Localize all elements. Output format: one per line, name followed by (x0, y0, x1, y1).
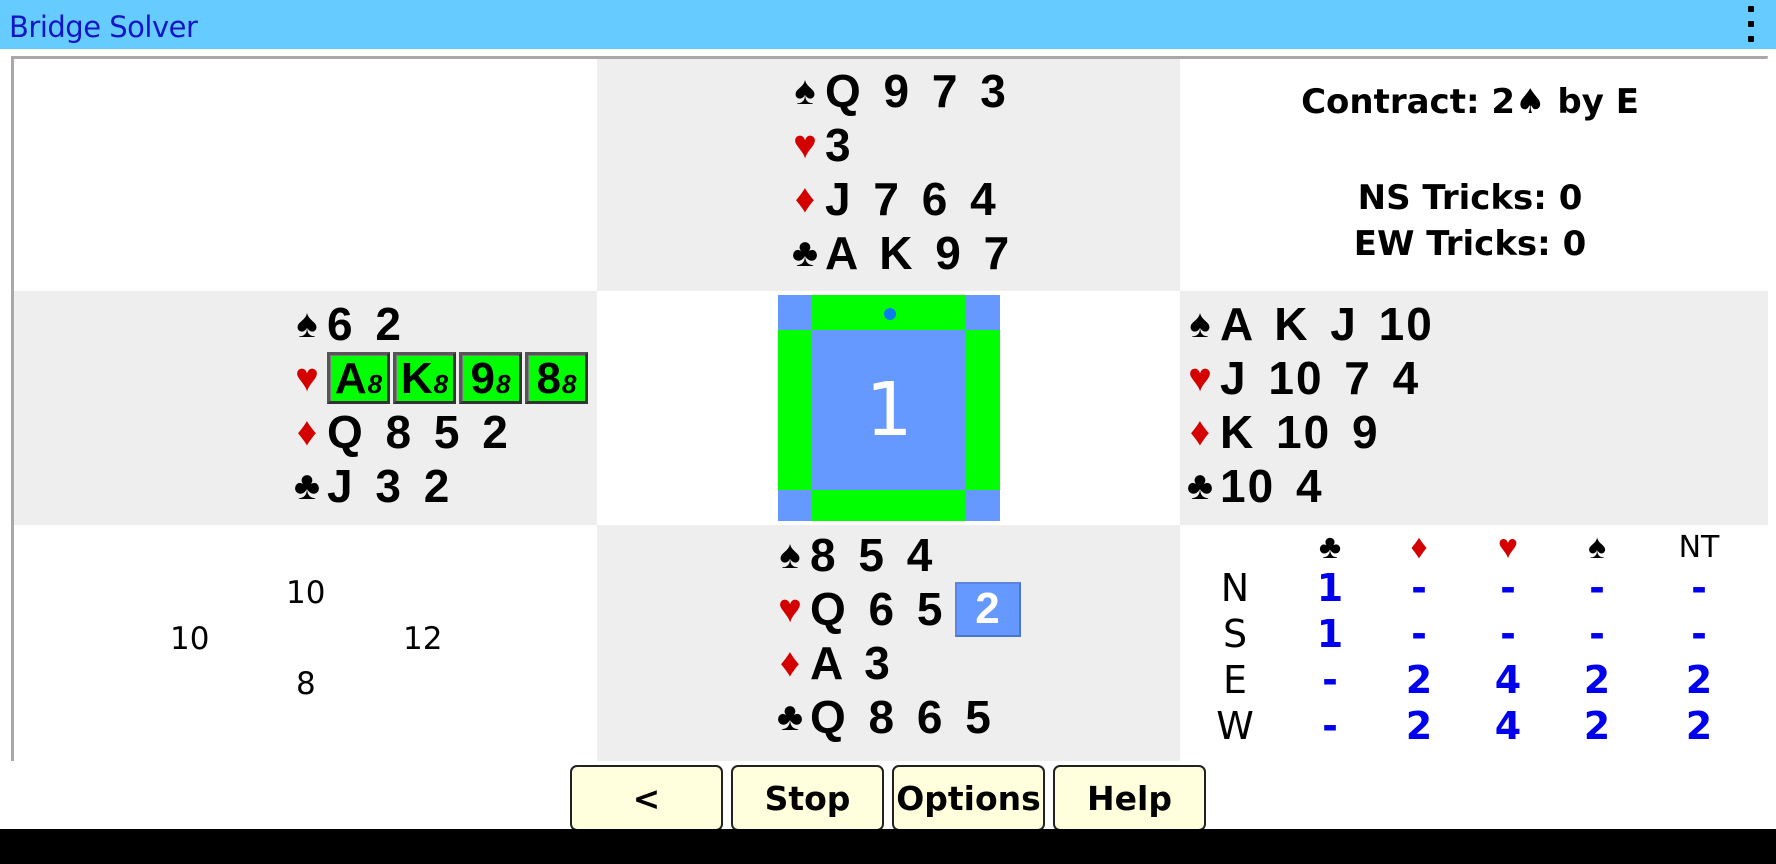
back-button[interactable]: < (570, 765, 723, 831)
title-bar: Bridge Solver (0, 0, 1776, 49)
diamond-icon: ♦ (1189, 410, 1211, 454)
card-heart-nine[interactable]: 98 (459, 352, 522, 404)
col-header-diamonds: ♦ (1410, 528, 1428, 566)
diamond-icon: ♦ (794, 177, 816, 221)
west-spades[interactable]: ♠ 6 2 (287, 297, 588, 351)
leader-dot-icon (884, 308, 896, 320)
north-hand: ♠ Q 9 7 3 ♥ 3 ♦ J 7 6 4 ♣ A K 9 7 (785, 64, 1011, 280)
options-button[interactable]: Options (892, 765, 1045, 831)
heart-icon: ♥ (1188, 356, 1212, 400)
contract-label: Contract: 2♠ by E (1301, 82, 1639, 122)
row-label-s: S (1222, 612, 1248, 656)
south-hand: ♠ 8 5 4 ♥ Q 6 52 ♦ A 3 ♣ Q 8 6 5 (770, 528, 1021, 744)
ddt-cell[interactable]: - (1300, 704, 1360, 748)
hcp-area (14, 525, 597, 761)
ddt-cell[interactable]: - (1389, 566, 1449, 610)
diamond-icon: ♦ (779, 641, 801, 685)
south-clubs[interactable]: ♣ Q 8 6 5 (770, 690, 1021, 744)
row-label-e: E (1222, 658, 1247, 702)
west-diamonds[interactable]: ♦ Q 8 5 2 (287, 405, 588, 459)
spade-icon: ♠ (794, 69, 816, 113)
ns-tricks: NS Tricks: 0 (1357, 178, 1583, 218)
south-spades[interactable]: ♠ 8 5 4 (770, 528, 1021, 582)
card-heart-king[interactable]: K8 (393, 352, 456, 404)
north-diamonds[interactable]: ♦ J 7 6 4 (785, 172, 1011, 226)
east-diamonds[interactable]: ♦ K 10 9 (1180, 405, 1434, 459)
east-clubs[interactable]: ♣ 10 4 (1180, 459, 1434, 513)
trick-number: 1 (812, 330, 966, 490)
ddt-cell[interactable]: 2 (1669, 658, 1729, 702)
ew-tricks: EW Tricks: 0 (1353, 224, 1587, 264)
spade-icon: ♠ (1189, 302, 1211, 346)
card-heart-eight[interactable]: 88 (525, 352, 588, 404)
heart-icon: ♥ (778, 587, 802, 631)
north-spades[interactable]: ♠ Q 9 7 3 (785, 64, 1011, 118)
club-icon: ♣ (1186, 464, 1214, 508)
west-clubs[interactable]: ♣ J 3 2 (287, 459, 588, 513)
button-bar: < Stop Options Help (570, 765, 1206, 831)
hcp-north: 10 (286, 575, 326, 611)
card-heart-ace[interactable]: A8 (327, 352, 390, 404)
west-hearts: ♥ A8 K8 98 88 (287, 351, 588, 405)
ddt-cell[interactable]: 2 (1389, 704, 1449, 748)
north-clubs[interactable]: ♣ A K 9 7 (785, 226, 1011, 280)
ddt-cell[interactable]: - (1300, 658, 1360, 702)
hcp-west: 10 (170, 621, 210, 657)
played-card-badge: 2 (954, 581, 1021, 637)
spade-icon: ♠ (1515, 82, 1546, 122)
trick-slot-south (812, 490, 966, 521)
south-diamonds[interactable]: ♦ A 3 (770, 636, 1021, 690)
east-hearts[interactable]: ♥ J 10 7 4 (1180, 351, 1434, 405)
club-icon: ♣ (776, 695, 804, 739)
ddt-cell[interactable]: - (1389, 612, 1449, 656)
ddt-cell[interactable]: 4 (1478, 704, 1538, 748)
col-header-nt: NT (1678, 530, 1720, 565)
trick-slot-east (966, 330, 1000, 490)
ddt-cell[interactable]: 2 (1669, 704, 1729, 748)
club-icon: ♣ (791, 231, 819, 275)
row-label-w: W (1216, 704, 1254, 748)
south-hearts[interactable]: ♥ Q 6 52 (770, 581, 1021, 637)
ddt-cell[interactable]: - (1567, 612, 1627, 656)
heart-icon: ♥ (793, 123, 817, 167)
ddt-cell[interactable]: 4 (1478, 658, 1538, 702)
club-icon: ♣ (293, 464, 321, 508)
row-label-n: N (1220, 566, 1250, 610)
ddt-cell[interactable]: - (1567, 566, 1627, 610)
col-header-clubs: ♣ (1318, 528, 1342, 566)
west-hearts-cards: A8 K8 98 88 (327, 352, 588, 404)
ddt-cell[interactable]: - (1669, 566, 1729, 610)
ddt-cell[interactable]: - (1669, 612, 1729, 656)
trick-slot-west (778, 330, 812, 490)
ddt-cell[interactable]: 1 (1300, 612, 1360, 656)
spade-icon: ♠ (296, 302, 318, 346)
east-hand: ♠ A K J 10 ♥ J 10 7 4 ♦ K 10 9 ♣ 10 4 (1180, 297, 1434, 513)
ddt-cell[interactable]: 2 (1389, 658, 1449, 702)
ddt-cell[interactable]: 2 (1567, 658, 1627, 702)
double-dummy-table: ♣ ♦ ♥ ♠ NT N 1 - - - - S 1 - - - - E - 2… (1188, 526, 1758, 752)
hcp-east: 12 (403, 621, 443, 657)
system-nav-bar (0, 829, 1776, 864)
spade-icon: ♠ (779, 533, 801, 577)
ddt-cell[interactable]: 2 (1567, 704, 1627, 748)
ddt-cell[interactable]: 1 (1300, 566, 1360, 610)
stop-button[interactable]: Stop (731, 765, 884, 831)
ddt-cell[interactable]: - (1478, 566, 1538, 610)
col-header-spades: ♠ (1587, 528, 1607, 566)
app-title: Bridge Solver (9, 10, 198, 44)
more-vert-icon[interactable] (1744, 4, 1758, 44)
trick-indicator[interactable]: 1 (778, 295, 1000, 521)
col-header-hearts: ♥ (1497, 528, 1519, 566)
heart-icon: ♥ (295, 356, 319, 400)
help-button[interactable]: Help (1053, 765, 1206, 831)
cell-top-left (14, 59, 597, 291)
diamond-icon: ♦ (296, 410, 318, 454)
north-hearts[interactable]: ♥ 3 (785, 118, 1011, 172)
east-spades[interactable]: ♠ A K J 10 (1180, 297, 1434, 351)
west-hand: ♠ 6 2 ♥ A8 K8 98 88 ♦ Q 8 5 2 ♣ J 3 2 (287, 297, 588, 513)
hcp-south: 8 (296, 666, 316, 702)
ddt-cell[interactable]: - (1478, 612, 1538, 656)
